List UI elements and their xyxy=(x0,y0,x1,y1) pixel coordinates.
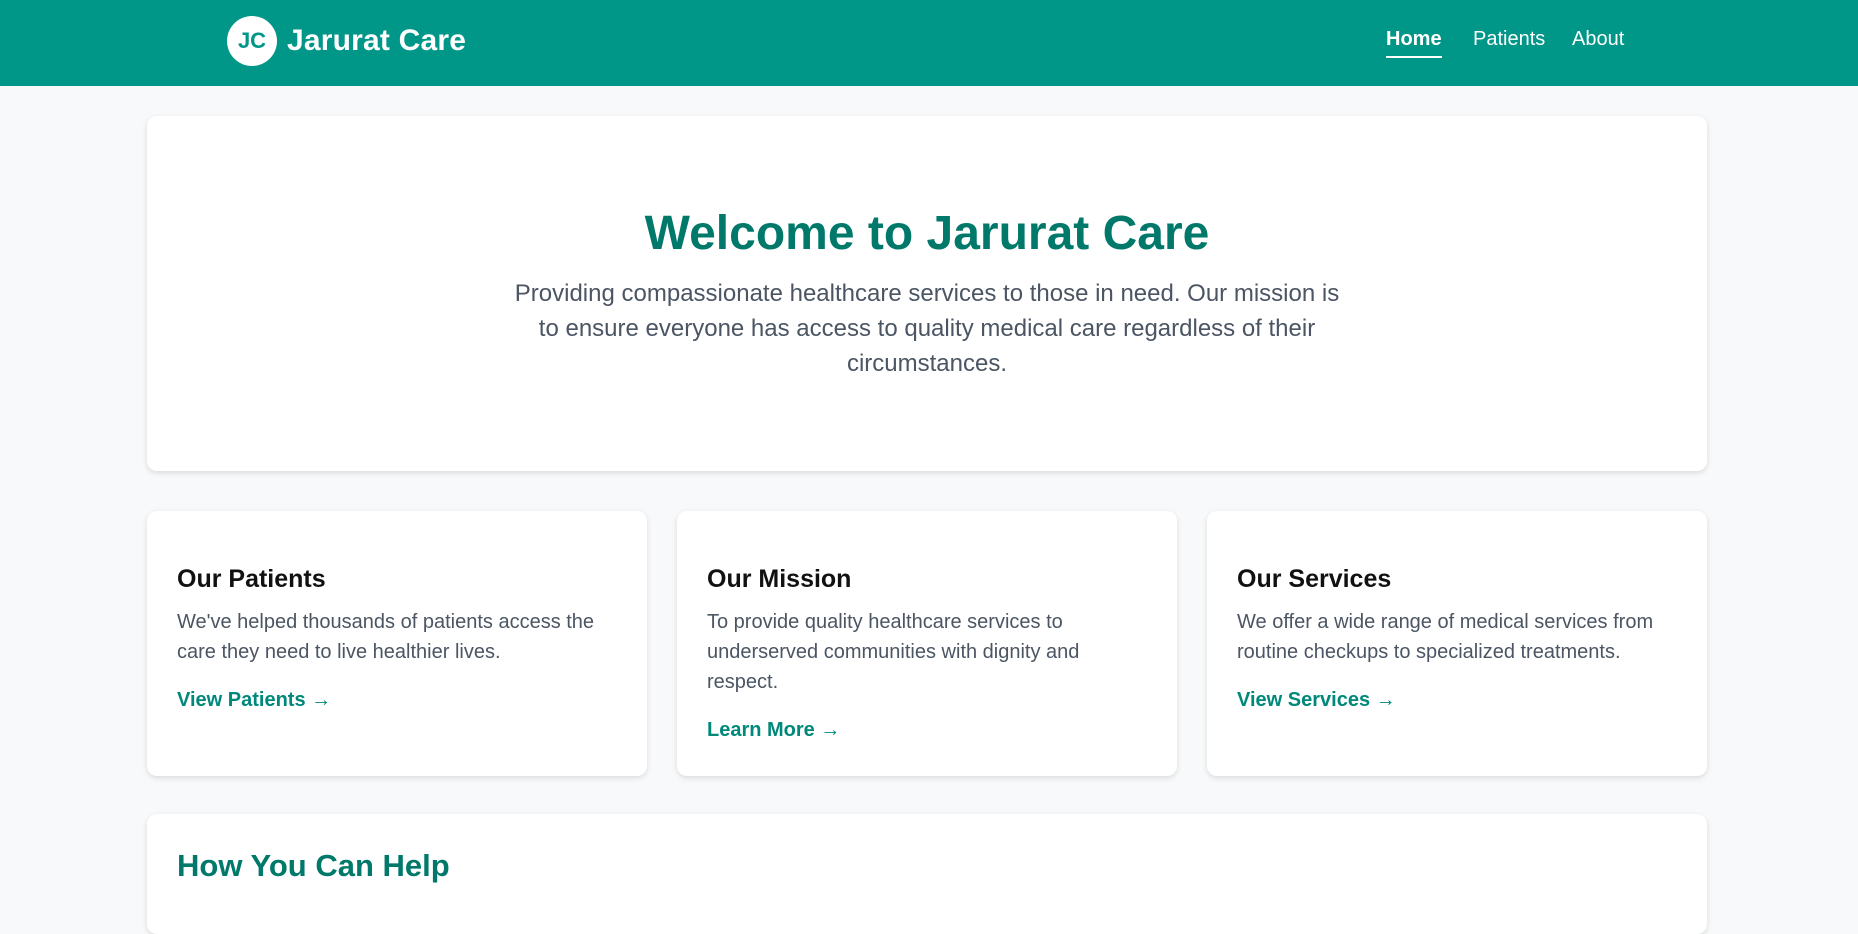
view-patients-link[interactable]: View Patients → xyxy=(177,689,331,712)
view-services-link[interactable]: View Services → xyxy=(1237,689,1396,712)
card-text: We've helped thousands of patients acces… xyxy=(177,611,595,663)
card-title: Our Patients xyxy=(177,565,326,593)
nav-link-patients[interactable]: Patients xyxy=(1473,27,1545,51)
card-our-mission: Our Mission To provide quality healthcar… xyxy=(677,511,1177,776)
card-title: Our Mission xyxy=(707,565,852,593)
card-text: To provide quality healthcare services t… xyxy=(707,611,1080,693)
hero-title: Welcome to Jarurat Care xyxy=(644,207,1210,260)
nav-link-about[interactable]: About xyxy=(1572,27,1624,51)
how-you-can-help-card: How You Can Help xyxy=(147,814,1707,934)
card-title: Our Services xyxy=(1237,565,1392,593)
hero-text: Providing compassionate healthcare servi… xyxy=(514,280,1340,377)
learn-more-link[interactable]: Learn More → xyxy=(707,719,840,742)
top-navbar: JC Jarurat Care Home Patients About xyxy=(0,0,1858,86)
card-our-patients: Our Patients We've helped thousands of p… xyxy=(147,511,647,776)
hero-card: Welcome to Jarurat Care Providing compas… xyxy=(147,116,1707,471)
card-text: We offer a wide range of medical service… xyxy=(1237,611,1654,663)
card-our-services: Our Services We offer a wide range of me… xyxy=(1207,511,1707,776)
brand-name: Jarurat Care xyxy=(287,24,467,57)
logo-icon: JC xyxy=(227,16,277,66)
nav-link-home[interactable]: Home xyxy=(1386,27,1442,58)
brand[interactable]: JC Jarurat Care xyxy=(227,16,466,66)
help-title: How You Can Help xyxy=(177,848,450,883)
